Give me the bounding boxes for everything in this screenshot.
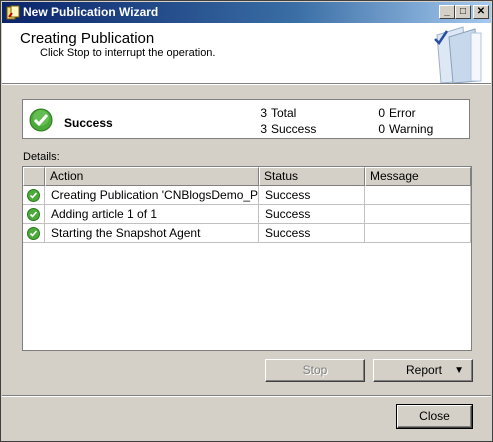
maximize-button[interactable]: □ (455, 5, 471, 19)
wizard-app-icon (6, 5, 20, 20)
table-row[interactable]: Adding article 1 of 1 Success (23, 205, 471, 224)
title-bar[interactable]: New Publication Wizard _ □ ✕ (2, 2, 491, 23)
details-grid[interactable]: Action Status Message Creating Publicati… (22, 166, 472, 351)
success-stat: 3 Success (260, 122, 317, 136)
wizard-window: New Publication Wizard _ □ ✕ Creating Pu… (0, 0, 493, 442)
grid-header: Action Status Message (23, 167, 471, 186)
success-check-icon (27, 208, 40, 221)
row-action: Adding article 1 of 1 (45, 205, 259, 224)
table-row[interactable]: Creating Publication 'CNBlogsDemo_Pu... … (23, 186, 471, 205)
dropdown-arrow-icon: ▼ (454, 365, 464, 376)
page-title: Creating Publication (20, 30, 155, 47)
footer-divider (2, 395, 491, 397)
row-action: Creating Publication 'CNBlogsDemo_Pu... (45, 186, 259, 205)
close-window-button[interactable]: ✕ (473, 5, 489, 19)
success-check-icon (27, 189, 40, 202)
header-icon-column[interactable] (23, 167, 45, 186)
row-message (365, 186, 471, 205)
row-action: Starting the Snapshot Agent (45, 224, 259, 243)
header-message[interactable]: Message (365, 167, 471, 186)
row-status: Success (259, 205, 365, 224)
header-status[interactable]: Status (259, 167, 365, 186)
row-message (365, 205, 471, 224)
row-status: Success (259, 186, 365, 205)
report-button-label: Report (406, 363, 443, 377)
summary-status: Success (64, 116, 113, 130)
error-stat: 0 Error (378, 106, 416, 120)
wizard-header: Creating Publication Click Stop to inter… (2, 23, 491, 84)
publication-books-icon (434, 26, 482, 83)
details-label: Details: (23, 151, 60, 163)
stop-button[interactable]: Stop (265, 359, 365, 382)
header-action[interactable]: Action (45, 167, 259, 186)
window-title: New Publication Wizard (23, 5, 159, 19)
row-message (365, 224, 471, 243)
warning-stat: 0 Warning (378, 122, 434, 136)
total-stat: 3 Total (260, 106, 297, 120)
minimize-button[interactable]: _ (439, 5, 455, 19)
header-divider (2, 84, 491, 85)
success-check-icon (27, 227, 40, 240)
close-button[interactable]: Close (396, 404, 473, 429)
row-status: Success (259, 224, 365, 243)
table-row[interactable]: Starting the Snapshot Agent Success (23, 224, 471, 243)
report-button[interactable]: Report ▼ (373, 359, 473, 382)
summary-panel: Success 3 Total 3 Success 0 Error 0 Warning (22, 99, 470, 139)
success-check-icon (29, 108, 53, 132)
page-subtitle: Click Stop to interrupt the operation. (40, 47, 216, 59)
